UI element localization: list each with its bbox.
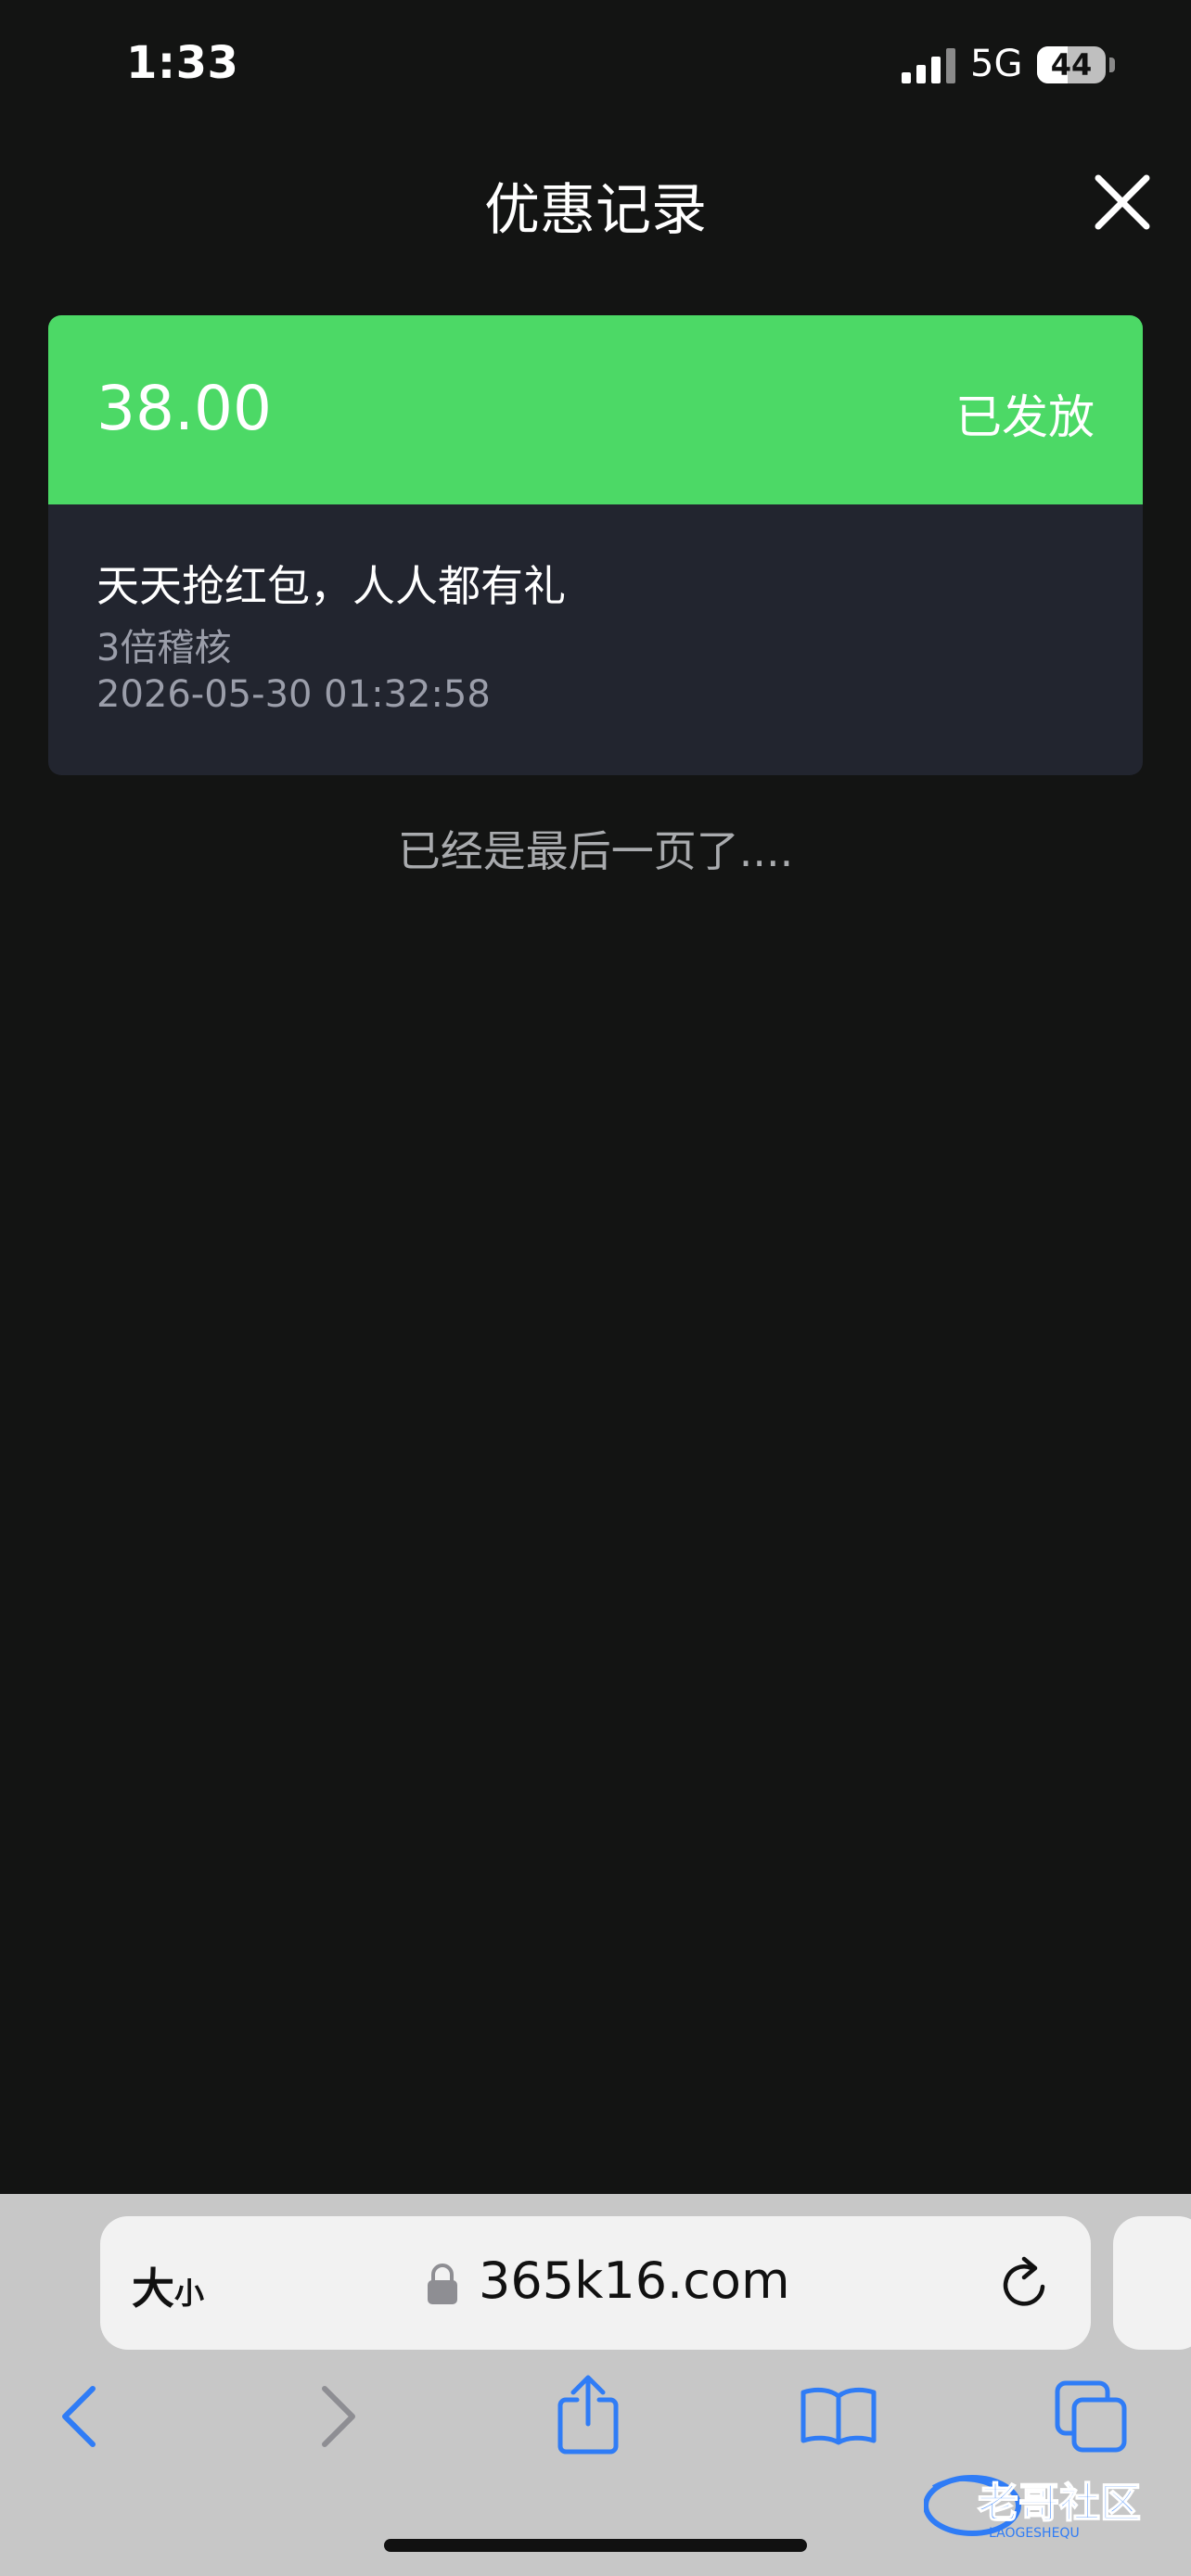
svg-text:LAOGESHEQU: LAOGESHEQU [989,2526,1080,2541]
record-status: 已发放 [955,390,1095,444]
watermark-logo: 老哥社区 LAOGESHEQU [924,2475,1142,2541]
record-card-body: 天天抢红包，人人都有礼 3倍稽核 2026-05-30 01:32:58 [48,504,1143,775]
home-indicator [384,2539,807,2552]
end-of-list-message: 已经是最后一页了.... [397,826,794,876]
record-title: 天天抢红包，人人都有礼 [96,561,566,611]
network-label: 5G [970,43,1023,85]
next-tab-preview[interactable] [1113,2216,1191,2350]
signal-icon [902,48,955,83]
lock-icon [428,2264,457,2304]
svg-text:老哥社区: 老哥社区 [978,2480,1141,2527]
battery-level: 44 [1050,47,1093,83]
record-timestamp: 2026-05-30 01:32:58 [96,673,491,716]
tabs-icon[interactable] [1054,2379,1128,2454]
text-size-small-label: 小 [174,2276,205,2311]
share-icon[interactable] [555,2372,621,2455]
status-time: 1:33 [126,37,239,89]
forward-icon[interactable] [317,2383,360,2450]
record-card-header: 38.00 已发放 [48,315,1143,504]
text-size-button[interactable]: 大小 [132,2255,204,2316]
text-size-big-label: 大 [132,2264,174,2314]
back-icon[interactable] [58,2383,100,2450]
record-amount: 38.00 [96,373,272,444]
battery-icon: 44 [1037,46,1106,83]
bookmarks-icon[interactable] [800,2385,877,2446]
reload-icon[interactable] [998,2253,1054,2313]
record-card[interactable]: 38.00 已发放 天天抢红包，人人都有礼 3倍稽核 2026-05-30 01… [48,315,1143,775]
page-title: 优惠记录 [484,178,707,243]
record-subtitle: 3倍稽核 [96,627,232,670]
status-bar: 1:33 5G 44 [0,0,1191,130]
close-icon[interactable] [1087,167,1158,237]
url-text: 365k16.com [479,2251,790,2310]
battery-cap [1109,57,1115,72]
